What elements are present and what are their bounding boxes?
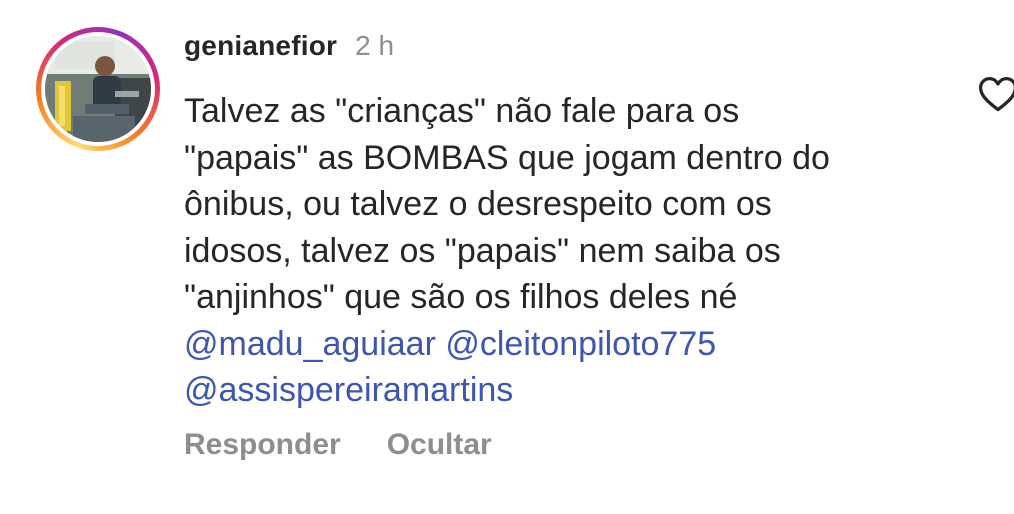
comment-line: idosos, talvez os "papais" nem saiba os [184,231,781,270]
mention-link[interactable]: @madu_aguiaar [184,325,436,363]
comment-actions: Responder Ocultar [184,428,538,462]
comment: genianefior 2 h Talvez as "crianças" não… [184,30,944,414]
mention-link[interactable]: @assispereiramartins [184,371,513,409]
comment-header: genianefior 2 h [184,30,944,74]
comment-line: "anjinhos" que são os filhos deles né [184,278,738,316]
timestamp: 2 h [355,30,395,61]
mention-line: @assispereiramartins [184,367,934,414]
comment-line: Talvez as "crianças" não fale para os [184,92,740,130]
heart-outline-icon[interactable] [976,72,1014,116]
avatar[interactable] [45,36,151,142]
comment-line: ônibus, ou talvez o desrespeito com os [184,185,772,223]
mention-link[interactable]: @cleitonpiloto775 [445,325,716,363]
heart-icon-shape [978,76,1014,112]
hide-button[interactable]: Ocultar [387,428,492,462]
mention-line: @madu_aguiaar @cleitonpiloto775 [184,321,934,368]
reply-button[interactable]: Responder [184,428,341,462]
avatar-photo [45,36,151,142]
avatar-story-ring[interactable] [36,27,160,151]
comment-line: "papais" as BOMBAS que jogam dentro do [184,138,830,177]
comment-text: Talvez as "crianças" não fale para os "p… [184,88,934,414]
avatar-ring-gap [41,32,155,146]
username[interactable]: genianefior [184,30,337,62]
